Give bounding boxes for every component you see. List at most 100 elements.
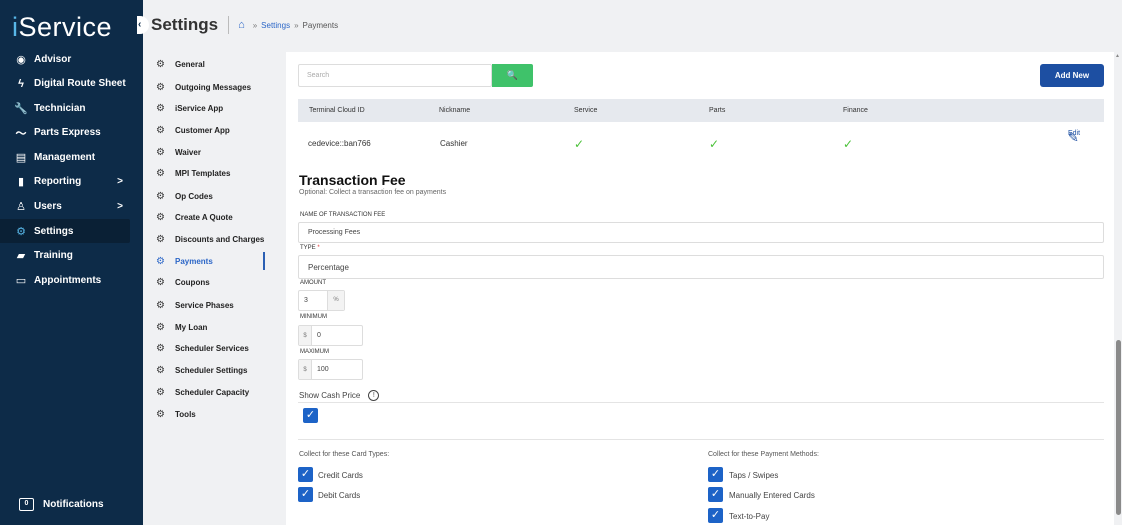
breadcrumb-separator: » [294, 20, 299, 30]
sidebar-item-reporting[interactable]: ▮ Reporting > [0, 170, 143, 194]
manually-entered-cards-label: Manually Entered Cards [729, 491, 815, 500]
submenu-item-my-loan[interactable]: ⚙ My Loan [156, 318, 207, 336]
eye-icon: ◉ [16, 53, 26, 66]
breadcrumb: ⌂ » Settings » Payments [238, 19, 338, 31]
card-types-title: Collect for these Card Types: [299, 451, 390, 458]
transaction-fee-title: Transaction Fee [299, 172, 406, 188]
submenu-item-scheduler-services[interactable]: ⚙ Scheduler Services [156, 339, 249, 357]
submenu-item-create-a-quote[interactable]: ⚙ Create A Quote [156, 208, 233, 226]
submenu-item-customer-app[interactable]: ⚙ Customer App [156, 121, 230, 139]
gear-icon: ⚙ [156, 58, 165, 70]
credit-cards-checkbox[interactable]: ✓ [298, 467, 313, 482]
breadcrumb-separator: » [252, 20, 258, 30]
add-new-button[interactable]: Add New [1040, 64, 1104, 87]
sidebar-item-management[interactable]: ▤ Management [0, 145, 143, 169]
sidebar: iService ◉ Advisor ϟ Digital Route Sheet 🔧… [0, 0, 143, 525]
document-icon: ▤ [15, 151, 27, 164]
text-to-pay-checkbox[interactable]: ✓ [708, 508, 723, 523]
submenu-item-coupons[interactable]: ⚙ Coupons [156, 273, 210, 291]
submenu-item-payments[interactable]: ⚙ Payments [156, 252, 213, 270]
trend-icon: 〜 [15, 127, 27, 140]
submenu-item-service-phases[interactable]: ⚙ Service Phases [156, 296, 234, 314]
sidebar-item-technician[interactable]: 🔧 Technician [0, 96, 143, 120]
scrollbar-thumb[interactable] [1116, 340, 1121, 515]
active-submenu-indicator [263, 252, 265, 270]
gear-icon: ⚙ [156, 81, 165, 93]
column-header-finance: Finance [843, 107, 868, 114]
gear-icon: ⚙ [156, 190, 165, 202]
payment-methods-title: Collect for these Payment Methods: [708, 451, 819, 458]
column-header-parts: Parts [709, 107, 726, 114]
submenu-item-outgoing-messages[interactable]: ⚙ Outgoing Messages [156, 78, 251, 96]
search-input[interactable]: Search [298, 64, 492, 87]
column-header-nickname: Nickname [439, 107, 471, 114]
sidebar-item-advisor[interactable]: ◉ Advisor [0, 47, 143, 71]
fee-type-select[interactable]: Percentage [298, 255, 1104, 279]
settings-submenu: ⚙ General ⚙ Outgoing Messages ⚙ iService Ap… [143, 50, 282, 428]
taps-swipes-checkbox[interactable]: ✓ [708, 467, 723, 482]
sidebar-item-settings[interactable]: ⚙ Settings [0, 219, 130, 244]
sidebar-item-users[interactable]: ♙ Users > [0, 195, 143, 219]
debit-cards-label: Debit Cards [318, 491, 361, 500]
notification-icon: 0 [19, 498, 34, 511]
column-header-terminal-id: Terminal Cloud ID [309, 107, 365, 114]
submenu-item-iservice-app[interactable]: ⚙ iService App [156, 99, 223, 117]
gear-icon: ⚙ [156, 146, 165, 158]
book-icon: ▰ [16, 250, 26, 263]
info-icon[interactable]: ! [368, 390, 380, 401]
gear-icon: ⚙ [156, 321, 165, 333]
bar-chart-icon: ▮ [17, 176, 25, 189]
sidebar-item-digital-route-sheet[interactable]: ϟ Digital Route Sheet [0, 72, 143, 96]
brand-logo[interactable]: iService [12, 12, 112, 43]
page-header: Settings ⌂ » Settings » Payments [143, 0, 1122, 50]
maximum-label: MAXIMUM [300, 349, 329, 355]
submenu-item-discounts-and-charges[interactable]: ⚙ Discounts and Charges [156, 230, 264, 248]
maximum-input[interactable]: $100 [298, 359, 363, 380]
divider [298, 439, 1104, 440]
payments-panel: Search 🔍 Add New Terminal Cloud ID Nickn… [286, 52, 1114, 525]
gear-icon: ⚙ [156, 364, 165, 376]
gear-icon: ⚙ [156, 299, 165, 311]
gear-icon: ⚙ [156, 233, 165, 245]
divider [298, 402, 1104, 403]
gear-icon: ⚙ [156, 255, 165, 267]
submenu-item-op-codes[interactable]: ⚙ Op Codes [156, 187, 213, 205]
submenu-item-tools[interactable]: ⚙ Tools [156, 405, 196, 423]
column-header-service: Service [574, 107, 598, 114]
minimum-input[interactable]: $0 [298, 325, 363, 346]
table-row: cedevice::ban766 Cashier ✓ ✓ ✓ ✎ Edit [298, 130, 1104, 158]
home-icon[interactable]: ⌂ [238, 19, 245, 31]
submenu-item-mpi-templates[interactable]: ⚙ MPI Templates [156, 164, 230, 182]
fee-name-input[interactable]: Processing Fees [298, 222, 1104, 243]
chevron-right-icon: > [117, 201, 123, 213]
submenu-item-scheduler-settings[interactable]: ⚙ Scheduler Settings [156, 361, 247, 379]
notifications-button[interactable]: 0 Notifications [19, 498, 104, 511]
bolt-icon: ϟ [18, 77, 24, 90]
submenu-item-general[interactable]: ⚙ General [156, 55, 205, 73]
wrench-icon: 🔧 [14, 102, 28, 115]
sidebar-item-appointments[interactable]: ▭ Appointments [0, 268, 143, 292]
chevron-right-icon: > [117, 176, 123, 188]
amount-input[interactable]: 3% [298, 290, 345, 311]
manually-entered-cards-checkbox[interactable]: ✓ [708, 487, 723, 502]
gear-icon: ⚙ [156, 124, 165, 136]
gear-icon: ⚙ [156, 102, 165, 114]
scroll-up-arrow-icon[interactable]: ▲ [1115, 53, 1120, 59]
submenu-item-scheduler-capacity[interactable]: ⚙ Scheduler Capacity [156, 383, 249, 401]
search-button[interactable]: 🔍 [492, 64, 533, 87]
nickname-cell: Cashier [440, 139, 468, 148]
search-icon: 🔍 [506, 70, 519, 80]
breadcrumb-current: Payments [302, 20, 339, 30]
submenu-item-waiver[interactable]: ⚙ Waiver [156, 143, 201, 161]
sidebar-nav: ◉ Advisor ϟ Digital Route Sheet 🔧 Technicia… [0, 47, 143, 293]
breadcrumb-settings-link[interactable]: Settings [261, 21, 290, 30]
text-to-pay-label: Text-to-Pay [729, 512, 770, 521]
user-icon: ♙ [16, 201, 26, 214]
debit-cards-checkbox[interactable]: ✓ [298, 487, 313, 502]
show-cash-price-checkbox[interactable]: ✓ [303, 408, 318, 423]
sidebar-item-parts-express[interactable]: 〜 Parts Express [0, 121, 143, 145]
currency-prefix: $ [299, 326, 312, 345]
transaction-fee-subtitle: Optional: Collect a transaction fee on p… [299, 189, 447, 196]
gear-icon: ⚙ [156, 408, 165, 420]
sidebar-item-training[interactable]: ▰ Training [0, 244, 143, 268]
